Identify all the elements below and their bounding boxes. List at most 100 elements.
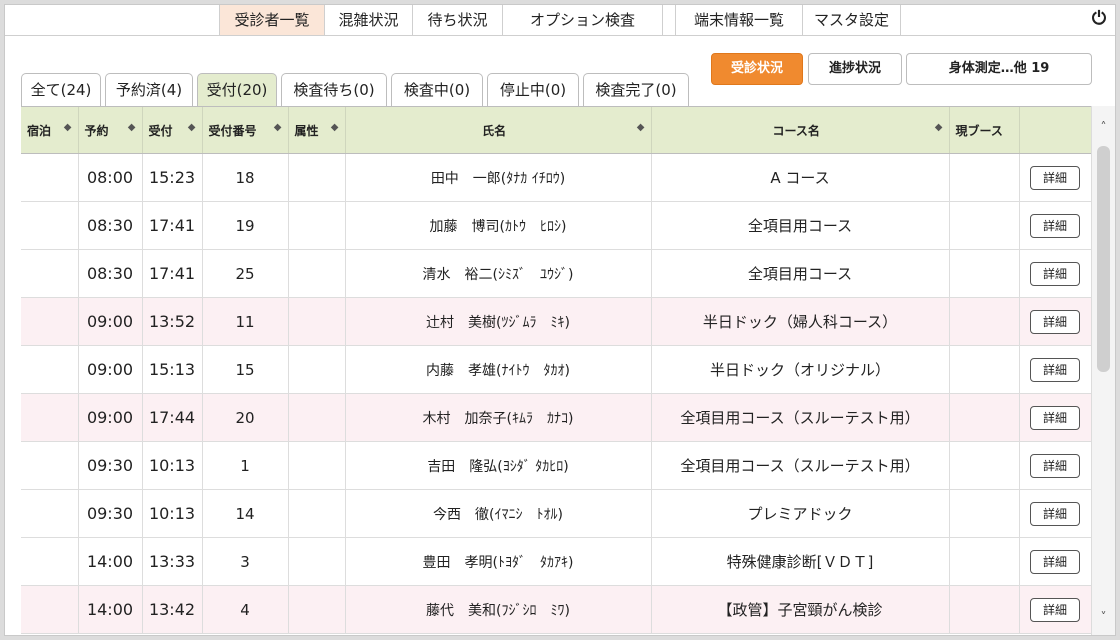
tab-received[interactable]: 受付(20) — [197, 73, 277, 106]
table-row[interactable]: 09:00 15:13 15 内藤 孝雄(ﾅｲﾄｳ ﾀｶｵ) 半日ドック（オリジ… — [21, 345, 1091, 394]
cell-booth — [949, 537, 1020, 586]
cell-action: 詳細 — [1019, 201, 1091, 250]
cell-stay — [21, 585, 79, 634]
cell-course: プレミアドック — [651, 489, 950, 538]
cell-name: 今西 徹(ｲﾏﾆｼ ﾄｵﾙ) — [345, 489, 652, 538]
cell-name: 辻村 美樹(ﾂｼﾞﾑﾗ ﾐｷ) — [345, 297, 652, 346]
col-header-booth[interactable]: 現ブース — [949, 107, 1020, 154]
detail-button[interactable]: 詳細 — [1030, 549, 1080, 574]
cell-name: 豊田 孝明(ﾄﾖﾀﾞ ﾀｶｱｷ) — [345, 537, 652, 586]
cell-reservation-time: 14:00 — [78, 585, 143, 634]
cell-reservation-time: 09:30 — [78, 441, 143, 490]
table-row[interactable]: 08:00 15:23 18 田中 一郎(ﾀﾅｶ ｲﾁﾛｳ) A コース 詳細 — [21, 153, 1091, 202]
cell-attribute — [288, 201, 346, 250]
cell-stay — [21, 393, 79, 442]
table-row[interactable]: 09:00 13:52 11 辻村 美樹(ﾂｼﾞﾑﾗ ﾐｷ) 半日ドック（婦人科… — [21, 297, 1091, 346]
patient-table-container: 宿泊 ◆ 予約 ◆ 受付 ◆ 受付番号 ◆ 属性 ◆ ◆ 氏名 ◆ コース名 現ブー… — [21, 106, 1091, 635]
col-header-attribute[interactable]: 属性 ◆ — [288, 107, 346, 154]
cell-reception-number: 3 — [202, 537, 289, 586]
cell-course: A コース — [651, 153, 950, 202]
table-row[interactable]: 14:00 13:42 4 藤代 美和(ﾌｼﾞｼﾛ ﾐﾜ) 【政管】子宮頸がん検… — [21, 585, 1091, 634]
patient-table-body: 08:00 15:23 18 田中 一郎(ﾀﾅｶ ｲﾁﾛｳ) A コース 詳細 … — [21, 153, 1091, 634]
cell-reception-number: 19 — [202, 201, 289, 250]
sort-icon[interactable]: ◆ — [274, 122, 282, 133]
detail-button[interactable]: 詳細 — [1030, 357, 1080, 382]
cell-name: 田中 一郎(ﾀﾅｶ ｲﾁﾛｳ) — [345, 153, 652, 202]
detail-button[interactable]: 詳細 — [1030, 261, 1080, 286]
tab-in-exam[interactable]: 検査中(0) — [391, 73, 483, 106]
sort-icon[interactable]: ◆ — [128, 122, 136, 133]
col-header-name[interactable]: ◆ 氏名 — [345, 107, 652, 154]
col-header-course[interactable]: ◆ コース名 — [651, 107, 950, 154]
tab-exam-complete[interactable]: 検査完了(0) — [583, 73, 689, 106]
cell-action: 詳細 — [1019, 297, 1091, 346]
detail-button[interactable]: 詳細 — [1030, 597, 1080, 622]
cell-attribute — [288, 585, 346, 634]
cell-stay — [21, 441, 79, 490]
cell-action: 詳細 — [1019, 345, 1091, 394]
nav-waiting[interactable]: 待ち状況 — [413, 5, 503, 35]
top-navigation: 受診者一覧 混雑状況 待ち状況 オプション検査 端末情報一覧 マスタ設定 ⏻ — [5, 5, 1115, 36]
cell-attribute — [288, 153, 346, 202]
cell-reception-number: 1 — [202, 441, 289, 490]
cell-action: 詳細 — [1019, 153, 1091, 202]
cell-reception-number: 11 — [202, 297, 289, 346]
tab-reserved[interactable]: 予約済(4) — [105, 73, 193, 106]
app-window: 受診者一覧 混雑状況 待ち状況 オプション検査 端末情報一覧 マスタ設定 ⏻ 受… — [4, 4, 1116, 636]
cell-booth — [949, 441, 1020, 490]
sort-icon[interactable]: ◆ — [64, 122, 72, 133]
nav-patient-list[interactable]: 受診者一覧 — [219, 5, 325, 35]
table-row[interactable]: 08:30 17:41 25 清水 裕二(ｼﾐｽﾞ ﾕｳｼﾞ) 全項目用コース … — [21, 249, 1091, 298]
cell-reception-time: 17:44 — [142, 393, 203, 442]
table-row[interactable]: 08:30 17:41 19 加藤 博司(ｶﾄｳ ﾋﾛｼ) 全項目用コース 詳細 — [21, 201, 1091, 250]
cell-reception-number: 25 — [202, 249, 289, 298]
cell-action: 詳細 — [1019, 489, 1091, 538]
table-row[interactable]: 09:30 10:13 1 吉田 隆弘(ﾖｼﾀﾞ ﾀｶﾋﾛ) 全項目用コース（ス… — [21, 441, 1091, 490]
scrollbar-thumb[interactable] — [1097, 146, 1110, 372]
cell-attribute — [288, 249, 346, 298]
cell-reservation-time: 08:00 — [78, 153, 143, 202]
cell-stay — [21, 153, 79, 202]
cell-course: 全項目用コース — [651, 201, 950, 250]
power-icon[interactable]: ⏻ — [1089, 9, 1109, 29]
cell-course: 半日ドック（オリジナル） — [651, 345, 950, 394]
col-header-reception[interactable]: 受付 ◆ — [142, 107, 203, 154]
nav-terminal-info[interactable]: 端末情報一覧 — [675, 5, 803, 35]
chevron-down-icon[interactable]: ˅ — [1092, 606, 1115, 628]
detail-button[interactable]: 詳細 — [1030, 453, 1080, 478]
table-header-row: 宿泊 ◆ 予約 ◆ 受付 ◆ 受付番号 ◆ 属性 ◆ ◆ 氏名 ◆ コース名 現ブー… — [21, 107, 1091, 154]
detail-button[interactable]: 詳細 — [1030, 309, 1080, 334]
detail-button[interactable]: 詳細 — [1030, 213, 1080, 238]
chevron-up-icon[interactable]: ˄ — [1092, 116, 1115, 138]
nav-option-exam[interactable]: オプション検査 — [503, 5, 663, 35]
table-row[interactable]: 14:00 13:33 3 豊田 孝明(ﾄﾖﾀﾞ ﾀｶｱｷ) 特殊健康診断[ＶＤ… — [21, 537, 1091, 586]
table-row[interactable]: 09:30 10:13 14 今西 徹(ｲﾏﾆｼ ﾄｵﾙ) プレミアドック 詳細 — [21, 489, 1091, 538]
cell-stay — [21, 345, 79, 394]
detail-button[interactable]: 詳細 — [1030, 405, 1080, 430]
cell-reception-time: 13:42 — [142, 585, 203, 634]
sort-icon[interactable]: ◆ — [637, 122, 645, 133]
nav-congestion[interactable]: 混雑状況 — [325, 5, 413, 35]
col-header-reservation[interactable]: 予約 ◆ — [78, 107, 143, 154]
sort-icon[interactable]: ◆ — [331, 122, 339, 133]
exam-status-button[interactable]: 受診状況 — [711, 53, 803, 85]
detail-button[interactable]: 詳細 — [1030, 165, 1080, 190]
col-header-reception-number[interactable]: 受付番号 ◆ — [202, 107, 289, 154]
nav-master-settings[interactable]: マスタ設定 — [803, 5, 901, 35]
table-scrollbar[interactable]: ˄ ˅ — [1091, 106, 1115, 635]
tab-waiting-exam[interactable]: 検査待ち(0) — [281, 73, 387, 106]
tab-all[interactable]: 全て(24) — [21, 73, 101, 106]
col-header-stay[interactable]: 宿泊 ◆ — [21, 107, 79, 154]
cell-name: 藤代 美和(ﾌｼﾞｼﾛ ﾐﾜ) — [345, 585, 652, 634]
cell-attribute — [288, 537, 346, 586]
cell-stay — [21, 201, 79, 250]
tab-stopped[interactable]: 停止中(0) — [487, 73, 579, 106]
body-measurement-button[interactable]: 身体測定…他 19 — [906, 53, 1092, 85]
table-row[interactable]: 09:00 17:44 20 木村 加奈子(ｷﾑﾗ ｶﾅｺ) 全項目用コース（ス… — [21, 393, 1091, 442]
sort-icon[interactable]: ◆ — [188, 122, 196, 133]
cell-reception-time: 17:41 — [142, 249, 203, 298]
cell-reservation-time: 08:30 — [78, 249, 143, 298]
sort-icon[interactable]: ◆ — [935, 122, 943, 133]
progress-status-button[interactable]: 進捗状況 — [808, 53, 902, 85]
detail-button[interactable]: 詳細 — [1030, 501, 1080, 526]
